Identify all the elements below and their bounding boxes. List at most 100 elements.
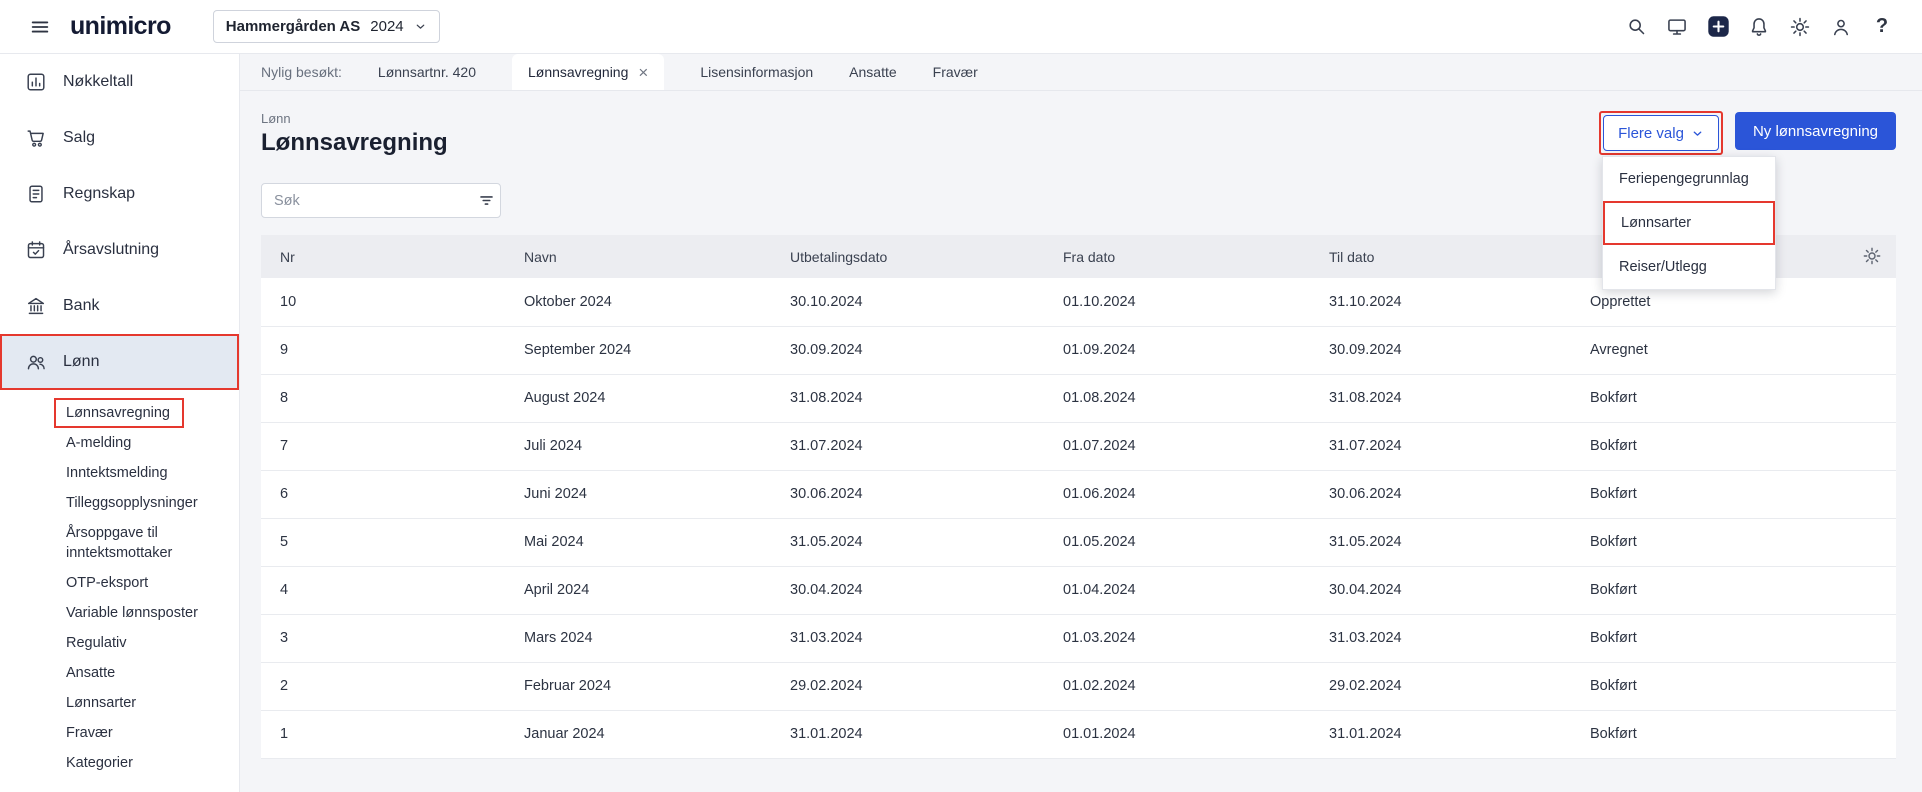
- cell-status: Bokført: [1590, 470, 1896, 518]
- header-actions: Flere valg Ny lønnsavregning: [1599, 111, 1896, 155]
- table-row[interactable]: 8August 202431.08.202401.08.202431.08.20…: [261, 374, 1896, 422]
- chevron-down-icon: [1691, 127, 1704, 140]
- table-row[interactable]: 1Januar 202431.01.202401.01.202431.01.20…: [261, 710, 1896, 758]
- col-header-utbetalingsdato[interactable]: Utbetalingsdato: [790, 235, 1063, 278]
- notifications-bell-icon[interactable]: [1745, 13, 1773, 41]
- add-new-icon[interactable]: [1704, 13, 1732, 41]
- close-icon[interactable]: ×: [638, 64, 648, 81]
- col-header-navn[interactable]: Navn: [524, 235, 790, 278]
- table-row[interactable]: 6Juni 202430.06.202401.06.202430.06.2024…: [261, 470, 1896, 518]
- cell-status: Bokført: [1590, 374, 1896, 422]
- bank-icon: [25, 295, 47, 317]
- filter-icon[interactable]: [473, 184, 500, 217]
- col-header-nr[interactable]: Nr: [261, 235, 524, 278]
- sidebar-item-label: Lønn: [63, 353, 99, 371]
- table-row[interactable]: 9September 202430.09.202401.09.202430.09…: [261, 326, 1896, 374]
- breadcrumb: Lønn: [261, 111, 448, 126]
- cell-til-dato: 31.03.2024: [1329, 614, 1590, 662]
- tab-lonnsartnr-420[interactable]: Lønnsartnr. 420: [378, 54, 476, 90]
- search-box: [261, 183, 501, 218]
- hamburger-menu-icon[interactable]: [26, 13, 54, 41]
- cell-til-dato: 31.10.2024: [1329, 278, 1590, 326]
- sidebar-subitem-lonnsarter[interactable]: Lønnsarter: [0, 688, 239, 718]
- tab-lonnsavregning[interactable]: Lønnsavregning ×: [512, 54, 664, 90]
- col-header-til-dato[interactable]: Til dato: [1329, 235, 1590, 278]
- bar-chart-icon: [25, 71, 47, 93]
- cell-utbetalingsdato: 30.04.2024: [790, 566, 1063, 614]
- sidebar-item-lonn[interactable]: Lønn: [0, 334, 239, 390]
- sidebar-item-regnskap[interactable]: Regnskap: [0, 166, 239, 222]
- sidebar-item-bank[interactable]: Bank: [0, 278, 239, 334]
- annotation-flere-valg: Flere valg: [1599, 111, 1723, 155]
- sidebar-subitem-regulativ[interactable]: Regulativ: [0, 628, 239, 658]
- cell-utbetalingsdato: 31.08.2024: [790, 374, 1063, 422]
- cell-fra-dato: 01.06.2024: [1063, 470, 1329, 518]
- calendar-check-icon: [25, 239, 47, 261]
- sidebar-subitem-fravaer[interactable]: Fravær: [0, 718, 239, 748]
- cell-fra-dato: 01.03.2024: [1063, 614, 1329, 662]
- cell-til-dato: 29.02.2024: [1329, 662, 1590, 710]
- dropdown-item-reiser-utlegg[interactable]: Reiser/Utlegg: [1603, 245, 1775, 289]
- main-content: Nylig besøkt: Lønnsartnr. 420 Lønnsavreg…: [240, 54, 1922, 792]
- settings-gear-icon[interactable]: [1786, 13, 1814, 41]
- cell-utbetalingsdato: 30.09.2024: [790, 326, 1063, 374]
- table-row[interactable]: 4April 202430.04.202401.04.202430.04.202…: [261, 566, 1896, 614]
- tab-fravaer[interactable]: Fravær: [933, 54, 978, 90]
- company-selector[interactable]: Hammergården AS 2024: [213, 10, 440, 43]
- column-settings-gear-icon[interactable]: [1862, 246, 1882, 266]
- cell-til-dato: 30.09.2024: [1329, 326, 1590, 374]
- tab-ansatte[interactable]: Ansatte: [849, 54, 896, 90]
- topbar-icons: ?: [1622, 13, 1896, 41]
- cell-fra-dato: 01.05.2024: [1063, 518, 1329, 566]
- sidebar-subitem-variable-lonnsposter[interactable]: Variable lønnsposter: [0, 598, 239, 628]
- cell-status: Bokført: [1590, 566, 1896, 614]
- tab-lisensinformasjon[interactable]: Lisensinformasjon: [700, 54, 813, 90]
- sidebar-subitem-arsoppgave[interactable]: Årsoppgave til inntektsmottaker: [0, 518, 239, 568]
- cell-navn: August 2024: [524, 374, 790, 422]
- cell-til-dato: 30.06.2024: [1329, 470, 1590, 518]
- table-row[interactable]: 5Mai 202431.05.202401.05.202431.05.2024B…: [261, 518, 1896, 566]
- cell-utbetalingsdato: 31.05.2024: [790, 518, 1063, 566]
- dropdown-item-lonnsarter[interactable]: Lønnsarter: [1603, 201, 1775, 245]
- table-row[interactable]: 2Februar 202429.02.202401.02.202429.02.2…: [261, 662, 1896, 710]
- cell-fra-dato: 01.02.2024: [1063, 662, 1329, 710]
- col-header-fra-dato[interactable]: Fra dato: [1063, 235, 1329, 278]
- cell-navn: Mai 2024: [524, 518, 790, 566]
- cell-status: Bokført: [1590, 662, 1896, 710]
- marketplace-icon[interactable]: [1663, 13, 1691, 41]
- page-title: Lønnsavregning: [261, 129, 448, 157]
- table-row[interactable]: 3Mars 202431.03.202401.03.202431.03.2024…: [261, 614, 1896, 662]
- cell-navn: April 2024: [524, 566, 790, 614]
- sidebar-item-salg[interactable]: Salg: [0, 110, 239, 166]
- cell-navn: Juni 2024: [524, 470, 790, 518]
- ledger-icon: [25, 183, 47, 205]
- more-options-dropdown: Feriepengegrunnlag Lønnsarter Reiser/Utl…: [1602, 156, 1776, 290]
- help-icon[interactable]: ?: [1868, 13, 1896, 41]
- new-payroll-run-button[interactable]: Ny lønnsavregning: [1735, 112, 1896, 150]
- search-input[interactable]: [262, 184, 473, 217]
- sidebar-subitem-otp-eksport[interactable]: OTP-eksport: [0, 568, 239, 598]
- sidebar-subitem-ansatte[interactable]: Ansatte: [0, 658, 239, 688]
- sidebar-subitem-a-melding[interactable]: A-melding: [0, 428, 239, 458]
- table-row[interactable]: 7Juli 202431.07.202401.07.202431.07.2024…: [261, 422, 1896, 470]
- sidebar-nav: Nøkkeltall Salg Regnskap Årsavslutning B…: [0, 54, 239, 778]
- company-year: 2024: [370, 18, 403, 35]
- sidebar-subitem-lonnsavregning[interactable]: Lønnsavregning: [54, 398, 184, 428]
- sidebar-item-nokkeltall[interactable]: Nøkkeltall: [0, 54, 239, 110]
- cell-status: Bokført: [1590, 710, 1896, 758]
- cell-status: Bokført: [1590, 518, 1896, 566]
- search-icon[interactable]: [1622, 13, 1650, 41]
- sidebar-item-label: Regnskap: [63, 185, 135, 203]
- cell-status: Bokført: [1590, 422, 1896, 470]
- cell-til-dato: 31.08.2024: [1329, 374, 1590, 422]
- sidebar-subitem-tilleggsopplysninger[interactable]: Tilleggsopplysninger: [0, 488, 239, 518]
- cell-fra-dato: 01.08.2024: [1063, 374, 1329, 422]
- more-options-button[interactable]: Flere valg: [1603, 115, 1719, 151]
- sidebar-subitem-inntektsmelding[interactable]: Inntektsmelding: [0, 458, 239, 488]
- sidebar-item-arsavslutning[interactable]: Årsavslutning: [0, 222, 239, 278]
- sidebar-subitem-kategorier[interactable]: Kategorier: [0, 748, 239, 778]
- payroll-table: Nr Navn Utbetalingsdato Fra dato Til dat…: [261, 235, 1896, 759]
- dropdown-item-feriepengegrunnlag[interactable]: Feriepengegrunnlag: [1603, 157, 1775, 201]
- user-profile-icon[interactable]: [1827, 13, 1855, 41]
- tab-label: Lønnsavregning: [528, 64, 628, 80]
